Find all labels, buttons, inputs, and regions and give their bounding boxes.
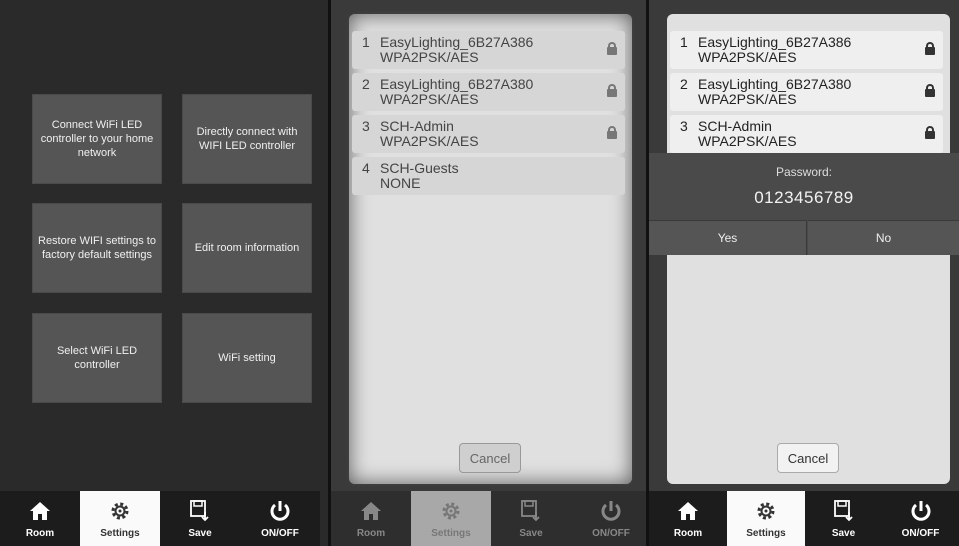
lock-icon <box>925 84 935 97</box>
power-icon <box>601 501 621 521</box>
no-button[interactable]: No <box>808 220 959 255</box>
home-icon <box>678 502 698 520</box>
power-icon <box>270 501 290 521</box>
network-number: 4 <box>362 160 370 176</box>
settings-panel: Connect WiFi LED controller to your home… <box>0 0 328 546</box>
home-icon <box>30 502 50 520</box>
network-item[interactable]: 2 EasyLighting_6B27A380 WPA2PSK/AES <box>352 73 625 111</box>
network-ssid: SCH-Admin <box>380 118 454 134</box>
network-item[interactable]: 1 EasyLighting_6B27A386 WPA2PSK/AES <box>670 31 943 69</box>
restore-factory-button[interactable]: Restore WIFI settings to factory default… <box>32 203 162 293</box>
wifi-setting-button[interactable]: WiFi setting <box>182 313 312 403</box>
network-item[interactable]: 3 SCH-Admin WPA2PSK/AES <box>352 115 625 153</box>
home-icon <box>361 502 381 520</box>
tab-save[interactable]: Save <box>491 491 571 546</box>
network-number: 2 <box>362 76 370 92</box>
tab-save[interactable]: Save <box>160 491 240 546</box>
network-ssid: EasyLighting_6B27A386 <box>380 34 534 50</box>
network-number: 3 <box>362 118 370 134</box>
tab-room[interactable]: Room <box>331 491 411 546</box>
connect-home-network-button[interactable]: Connect WiFi LED controller to your home… <box>32 94 162 184</box>
tab-room-label: Room <box>25 528 55 539</box>
tab-settings[interactable]: Settings <box>411 491 491 546</box>
tab-settings-label: Settings <box>100 528 140 539</box>
network-security: WPA2PSK/AES <box>698 133 797 149</box>
password-dialog: Password: 0123456789 Yes No <box>649 153 959 255</box>
network-security: WPA2PSK/AES <box>380 91 479 107</box>
lock-icon <box>925 42 935 55</box>
tab-save-label: Save <box>519 528 543 539</box>
network-number: 3 <box>680 118 688 134</box>
tab-save[interactable]: Save <box>805 491 882 546</box>
tab-room-label: Room <box>673 528 703 539</box>
tab-onoff-label: ON/OFF <box>901 528 940 539</box>
tab-onoff[interactable]: ON/OFF <box>571 491 646 546</box>
cancel-button[interactable]: Cancel <box>777 443 839 473</box>
network-item[interactable]: 2 EasyLighting_6B27A380 WPA2PSK/AES <box>670 73 943 111</box>
tab-settings[interactable]: Settings <box>80 491 160 546</box>
tab-settings-label: Settings <box>431 528 471 539</box>
tab-bar: Room Settings Save ON/OFF <box>649 491 959 546</box>
tab-bar: Room Settings Save ON/OFF <box>331 491 646 546</box>
tab-onoff-label: ON/OFF <box>261 528 299 539</box>
lock-icon <box>607 42 617 55</box>
yes-button[interactable]: Yes <box>649 220 807 255</box>
password-label: Password: <box>775 165 833 179</box>
tab-onoff-label: ON/OFF <box>592 528 630 539</box>
network-security: NONE <box>380 175 421 191</box>
lock-icon <box>607 84 617 97</box>
network-security: WPA2PSK/AES <box>698 91 797 107</box>
network-ssid: SCH-Guests <box>380 160 459 176</box>
tab-onoff[interactable]: ON/OFF <box>882 491 959 546</box>
network-ssid: EasyLighting_6B27A380 <box>698 76 852 92</box>
tab-save-label: Save <box>188 528 212 539</box>
password-panel: 1 EasyLighting_6B27A386 WPA2PSK/AES 2 Ea… <box>649 0 959 546</box>
cancel-button[interactable]: Cancel <box>459 443 521 473</box>
network-item[interactable]: 1 EasyLighting_6B27A386 WPA2PSK/AES <box>352 31 625 69</box>
wifi-list-panel: 1 EasyLighting_6B27A386 WPA2PSK/AES 2 Ea… <box>331 0 646 546</box>
network-ssid: EasyLighting_6B27A386 <box>698 34 852 50</box>
edit-room-button[interactable]: Edit room information <box>182 203 312 293</box>
wifi-list-dialog: 1 EasyLighting_6B27A386 WPA2PSK/AES 2 Ea… <box>349 14 632 484</box>
network-item[interactable]: 3 SCH-Admin WPA2PSK/AES <box>670 115 943 153</box>
network-security: WPA2PSK/AES <box>698 49 797 65</box>
network-number: 1 <box>362 34 370 50</box>
tab-settings-label: Settings <box>746 528 786 539</box>
network-ssid: SCH-Admin <box>698 118 772 134</box>
network-item[interactable]: 4 SCH-Guests NONE <box>352 157 625 195</box>
tab-room[interactable]: Room <box>649 491 727 546</box>
network-number: 1 <box>680 34 688 50</box>
save-icon <box>190 500 209 522</box>
network-ssid: EasyLighting_6B27A380 <box>380 76 534 92</box>
tab-settings[interactable]: Settings <box>727 491 805 546</box>
network-number: 2 <box>680 76 688 92</box>
password-field[interactable]: 0123456789 <box>649 188 959 208</box>
network-security: WPA2PSK/AES <box>380 49 479 65</box>
lock-icon <box>607 126 617 139</box>
tab-onoff[interactable]: ON/OFF <box>240 491 320 546</box>
network-security: WPA2PSK/AES <box>380 133 479 149</box>
select-controller-button[interactable]: Select WiFi LED controller <box>32 313 162 403</box>
tab-save-label: Save <box>831 528 856 539</box>
gear-icon <box>111 502 129 520</box>
tab-bar: Room Settings Save ON/OFF <box>0 491 320 546</box>
gear-icon <box>442 502 460 520</box>
save-icon <box>521 500 540 522</box>
tab-room[interactable]: Room <box>0 491 80 546</box>
power-icon <box>911 501 930 521</box>
tab-room-label: Room <box>356 528 386 539</box>
save-icon <box>833 500 853 522</box>
gear-icon <box>757 502 775 520</box>
lock-icon <box>925 126 935 139</box>
direct-connect-button[interactable]: Directly connect with WIFI LED controlle… <box>182 94 312 184</box>
